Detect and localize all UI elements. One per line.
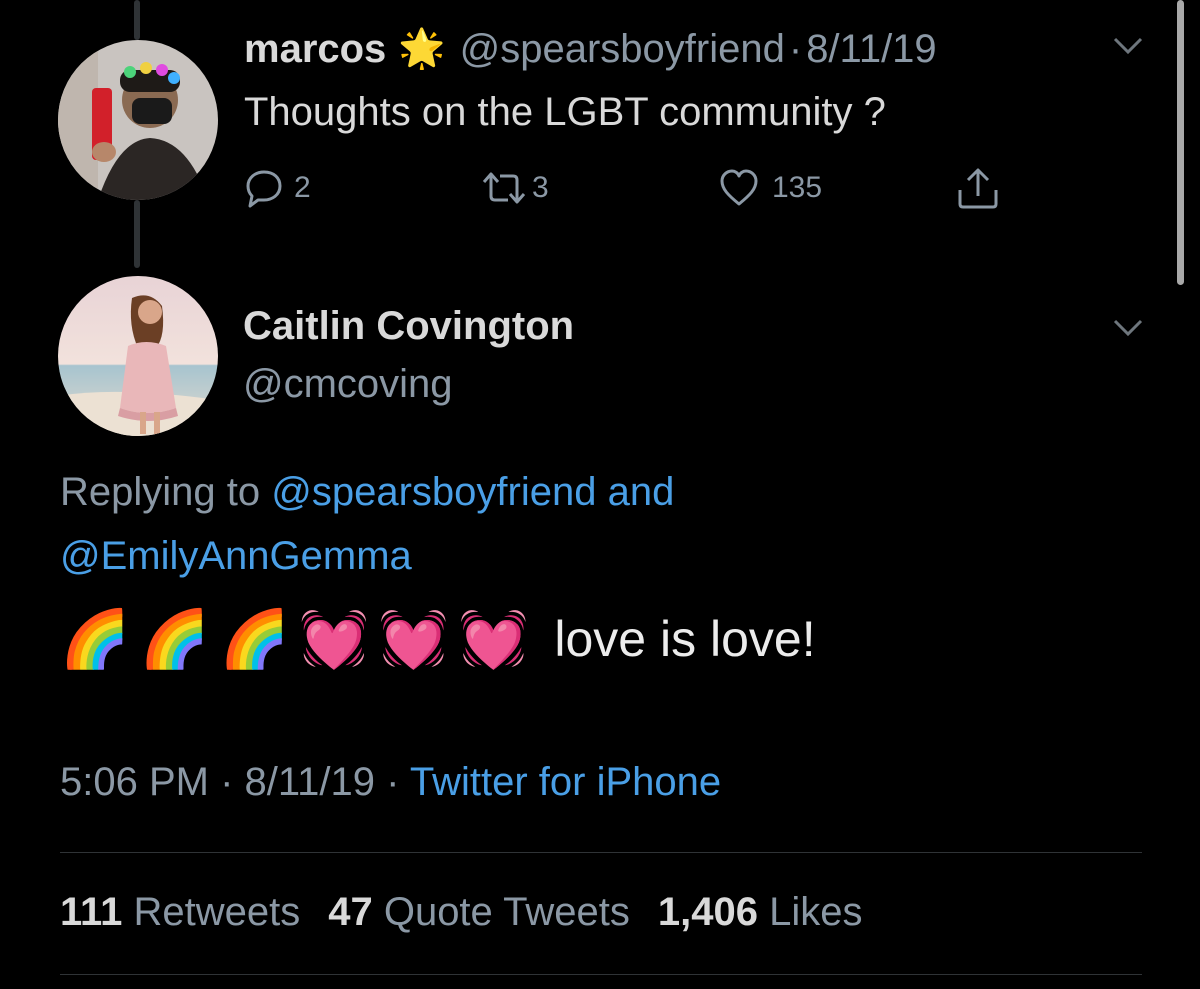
- likes-stat[interactable]: 1,406 Likes: [658, 890, 863, 935]
- heart-icon: [720, 169, 758, 206]
- rainbow-heart-emojis: 🌈🌈🌈💓💓💓: [60, 607, 539, 670]
- meta-separator-1: ·: [220, 760, 234, 804]
- reply-icon: [246, 170, 282, 208]
- meta-separator-2: ·: [386, 760, 400, 804]
- main-handle[interactable]: @cmcoving: [243, 362, 453, 407]
- share-icon: [958, 168, 998, 209]
- divider-top: [60, 852, 1142, 853]
- thread-line-top: [134, 0, 140, 40]
- replying-and[interactable]: and: [608, 470, 675, 514]
- main-display-name[interactable]: Caitlin Covington: [243, 304, 574, 349]
- likes-label: Likes: [769, 890, 863, 934]
- quotes-stat[interactable]: 47 Quote Tweets: [328, 890, 630, 935]
- like-count: 135: [772, 171, 823, 204]
- quotes-count: 47: [328, 890, 373, 934]
- parent-date-separator: ·: [788, 26, 803, 71]
- main-tweet-body: 🌈🌈🌈💓💓💓 love is love!: [60, 604, 816, 674]
- share-action[interactable]: [956, 166, 1000, 210]
- main-tweet-text: love is love!: [554, 611, 816, 667]
- quotes-label: Quote Tweets: [383, 890, 630, 934]
- replying-user-spearsboyfriend[interactable]: @spearsboyfriend: [271, 470, 596, 514]
- retweets-label: Retweets: [133, 890, 301, 934]
- thread-line-connector: [134, 200, 140, 268]
- reply-count: 2: [294, 171, 311, 204]
- parent-display-name[interactable]: marcos: [244, 27, 386, 72]
- divider-bottom: [60, 974, 1142, 975]
- tweet-stats: 111 Retweets 47 Quote Tweets 1,406 Likes: [60, 890, 863, 935]
- main-chevron-down-icon[interactable]: [1112, 318, 1144, 338]
- like-action[interactable]: 135: [718, 168, 822, 208]
- replying-to: Replying to @spearsboyfriend and @EmilyA…: [60, 460, 1060, 588]
- replying-user-emilyanngemma[interactable]: @EmilyAnnGemma: [60, 534, 412, 578]
- star-badge-icon: 🌟: [398, 28, 446, 70]
- retweet-count: 3: [532, 171, 549, 204]
- parent-chevron-down-icon[interactable]: [1112, 36, 1144, 56]
- avatar-marcos[interactable]: [58, 40, 218, 200]
- tweet-date[interactable]: 8/11/19: [245, 760, 376, 804]
- retweet-icon: [482, 172, 526, 204]
- replying-prefix: Replying to: [60, 470, 261, 514]
- retweets-stat[interactable]: 111 Retweets: [60, 890, 300, 935]
- retweet-action[interactable]: 3: [480, 168, 549, 208]
- parent-date[interactable]: 8/11/19: [806, 27, 937, 72]
- parent-handle[interactable]: @spearsboyfriend: [460, 27, 785, 72]
- reply-action[interactable]: 2: [244, 168, 311, 208]
- tweet-meta: 5:06 PM · 8/11/19 · Twitter for iPhone: [60, 760, 721, 805]
- likes-count: 1,406: [657, 890, 759, 934]
- parent-tweet-header: marcos 🌟 @spearsboyfriend · 8/11/19: [244, 24, 937, 74]
- tweet-source[interactable]: Twitter for iPhone: [410, 760, 721, 804]
- avatar-caitlin[interactable]: [58, 276, 218, 436]
- retweets-count: 111: [60, 890, 123, 934]
- tweet-time[interactable]: 5:06 PM: [60, 760, 209, 804]
- parent-tweet-text: Thoughts on the LGBT community ?: [244, 90, 886, 134]
- scrollbar[interactable]: [1177, 0, 1184, 285]
